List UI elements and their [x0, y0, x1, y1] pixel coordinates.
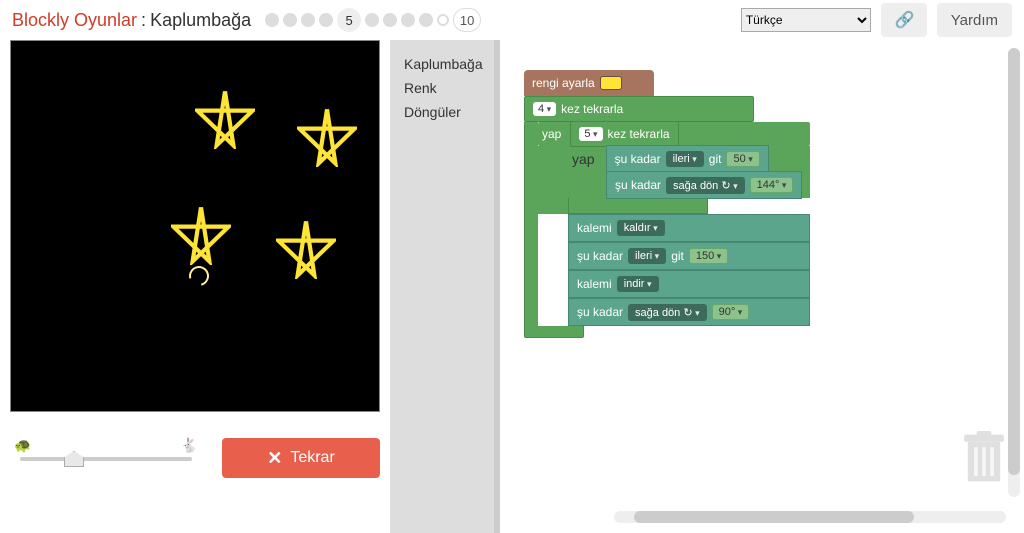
- turn-field[interactable]: sağa dön ↻: [666, 177, 745, 194]
- turtle-slow-icon: 🐢: [14, 437, 31, 454]
- do-label: yap: [542, 127, 561, 141]
- toolbox-category[interactable]: Renk: [404, 76, 494, 100]
- angle-field[interactable]: 90°: [712, 304, 750, 320]
- block-move-forward[interactable]: şu kadar ileri git 150: [568, 242, 810, 270]
- title-separator: :: [141, 10, 146, 31]
- block-label: şu kadar: [615, 178, 661, 192]
- rabbit-fast-icon: 🐇: [181, 437, 198, 454]
- block-label: kalemi: [577, 277, 612, 291]
- block-label: git: [709, 152, 722, 166]
- level-dot[interactable]: [419, 13, 433, 27]
- block-pen-down[interactable]: kalemi indir: [568, 270, 810, 298]
- speed-slider[interactable]: 🐢 🐇: [10, 441, 202, 475]
- help-button[interactable]: Yardım: [937, 3, 1012, 37]
- repeat-count-field[interactable]: 4: [533, 102, 556, 116]
- block-turn-right[interactable]: şu kadar sağa dön ↻ 90°: [568, 298, 810, 326]
- block-toolbox: Kaplumbağa Renk Döngüler: [390, 40, 500, 533]
- block-label: kez tekrarla: [561, 102, 623, 116]
- trash-icon[interactable]: [962, 431, 1006, 485]
- level-selector: 5 10: [263, 8, 483, 32]
- pen-field[interactable]: kaldır: [617, 220, 665, 236]
- repeat-count-field[interactable]: 5: [579, 127, 602, 141]
- color-swatch[interactable]: [600, 76, 622, 90]
- do-label: yap: [572, 151, 595, 167]
- block-pen-up[interactable]: kalemi kaldır: [568, 214, 810, 242]
- block-label: git: [671, 249, 684, 263]
- level-dot[interactable]: [401, 13, 415, 27]
- toolbox-category[interactable]: Döngüler: [404, 100, 494, 124]
- link-icon: 🔗: [895, 10, 913, 30]
- level-dot[interactable]: [283, 13, 297, 27]
- level-dot[interactable]: [365, 13, 379, 27]
- distance-field[interactable]: 150: [689, 248, 728, 264]
- slider-thumb[interactable]: [64, 451, 84, 467]
- block-label: rengi ayarla: [532, 76, 595, 90]
- reset-label: Tekrar: [290, 449, 334, 467]
- block-workspace[interactable]: rengi ayarla 4 kez tekrarla: [500, 40, 1024, 533]
- level-dot[interactable]: [319, 13, 333, 27]
- block-label: şu kadar: [615, 152, 661, 166]
- game-title: Kaplumbağa: [150, 10, 251, 31]
- reset-button[interactable]: ✕ Tekrar: [222, 438, 380, 478]
- star-shape: [297, 107, 357, 167]
- link-button[interactable]: 🔗: [881, 3, 927, 37]
- block-set-color[interactable]: rengi ayarla: [524, 70, 654, 96]
- close-icon: ✕: [267, 448, 282, 469]
- app-title-link[interactable]: Blockly Oyunlar: [12, 10, 137, 31]
- toolbox-category[interactable]: Kaplumbağa: [404, 52, 494, 76]
- block-turn-right[interactable]: şu kadar sağa dön ↻ 144°: [606, 171, 802, 199]
- level-dot-final[interactable]: 10: [453, 8, 481, 32]
- turn-field[interactable]: sağa dön ↻: [628, 304, 707, 321]
- block-label: şu kadar: [577, 305, 623, 319]
- block-label: şu kadar: [577, 249, 623, 263]
- language-select[interactable]: Türkçe: [741, 8, 871, 32]
- turtle-canvas: [10, 40, 380, 412]
- star-shape: [171, 205, 231, 265]
- direction-field[interactable]: ileri: [666, 151, 704, 167]
- direction-field[interactable]: ileri: [628, 248, 666, 264]
- star-shape: [195, 89, 255, 149]
- loop-end: [524, 326, 584, 338]
- level-dot-current[interactable]: 5: [337, 8, 361, 32]
- level-dot[interactable]: [301, 13, 315, 27]
- level-dot[interactable]: [265, 13, 279, 27]
- turtle-cursor-icon: [185, 262, 212, 289]
- level-dot[interactable]: [383, 13, 397, 27]
- horizontal-scrollbar[interactable]: [614, 511, 1006, 523]
- vertical-scrollbar[interactable]: [1008, 48, 1020, 497]
- block-label: kalemi: [577, 221, 612, 235]
- block-program[interactable]: rengi ayarla 4 kez tekrarla: [524, 70, 810, 338]
- block-label: kez tekrarla: [608, 127, 670, 141]
- level-dot[interactable]: [437, 14, 449, 26]
- slider-track: [20, 457, 192, 461]
- star-shape: [276, 219, 336, 279]
- block-repeat-outer[interactable]: 4 kez tekrarla: [524, 96, 754, 122]
- pen-field[interactable]: indir: [617, 276, 659, 292]
- angle-field[interactable]: 144°: [750, 177, 794, 193]
- distance-field[interactable]: 50: [726, 151, 759, 167]
- block-move-forward[interactable]: şu kadar ileri git 50: [606, 145, 769, 173]
- scrollbar-thumb[interactable]: [634, 511, 914, 523]
- scrollbar-thumb[interactable]: [1008, 48, 1020, 475]
